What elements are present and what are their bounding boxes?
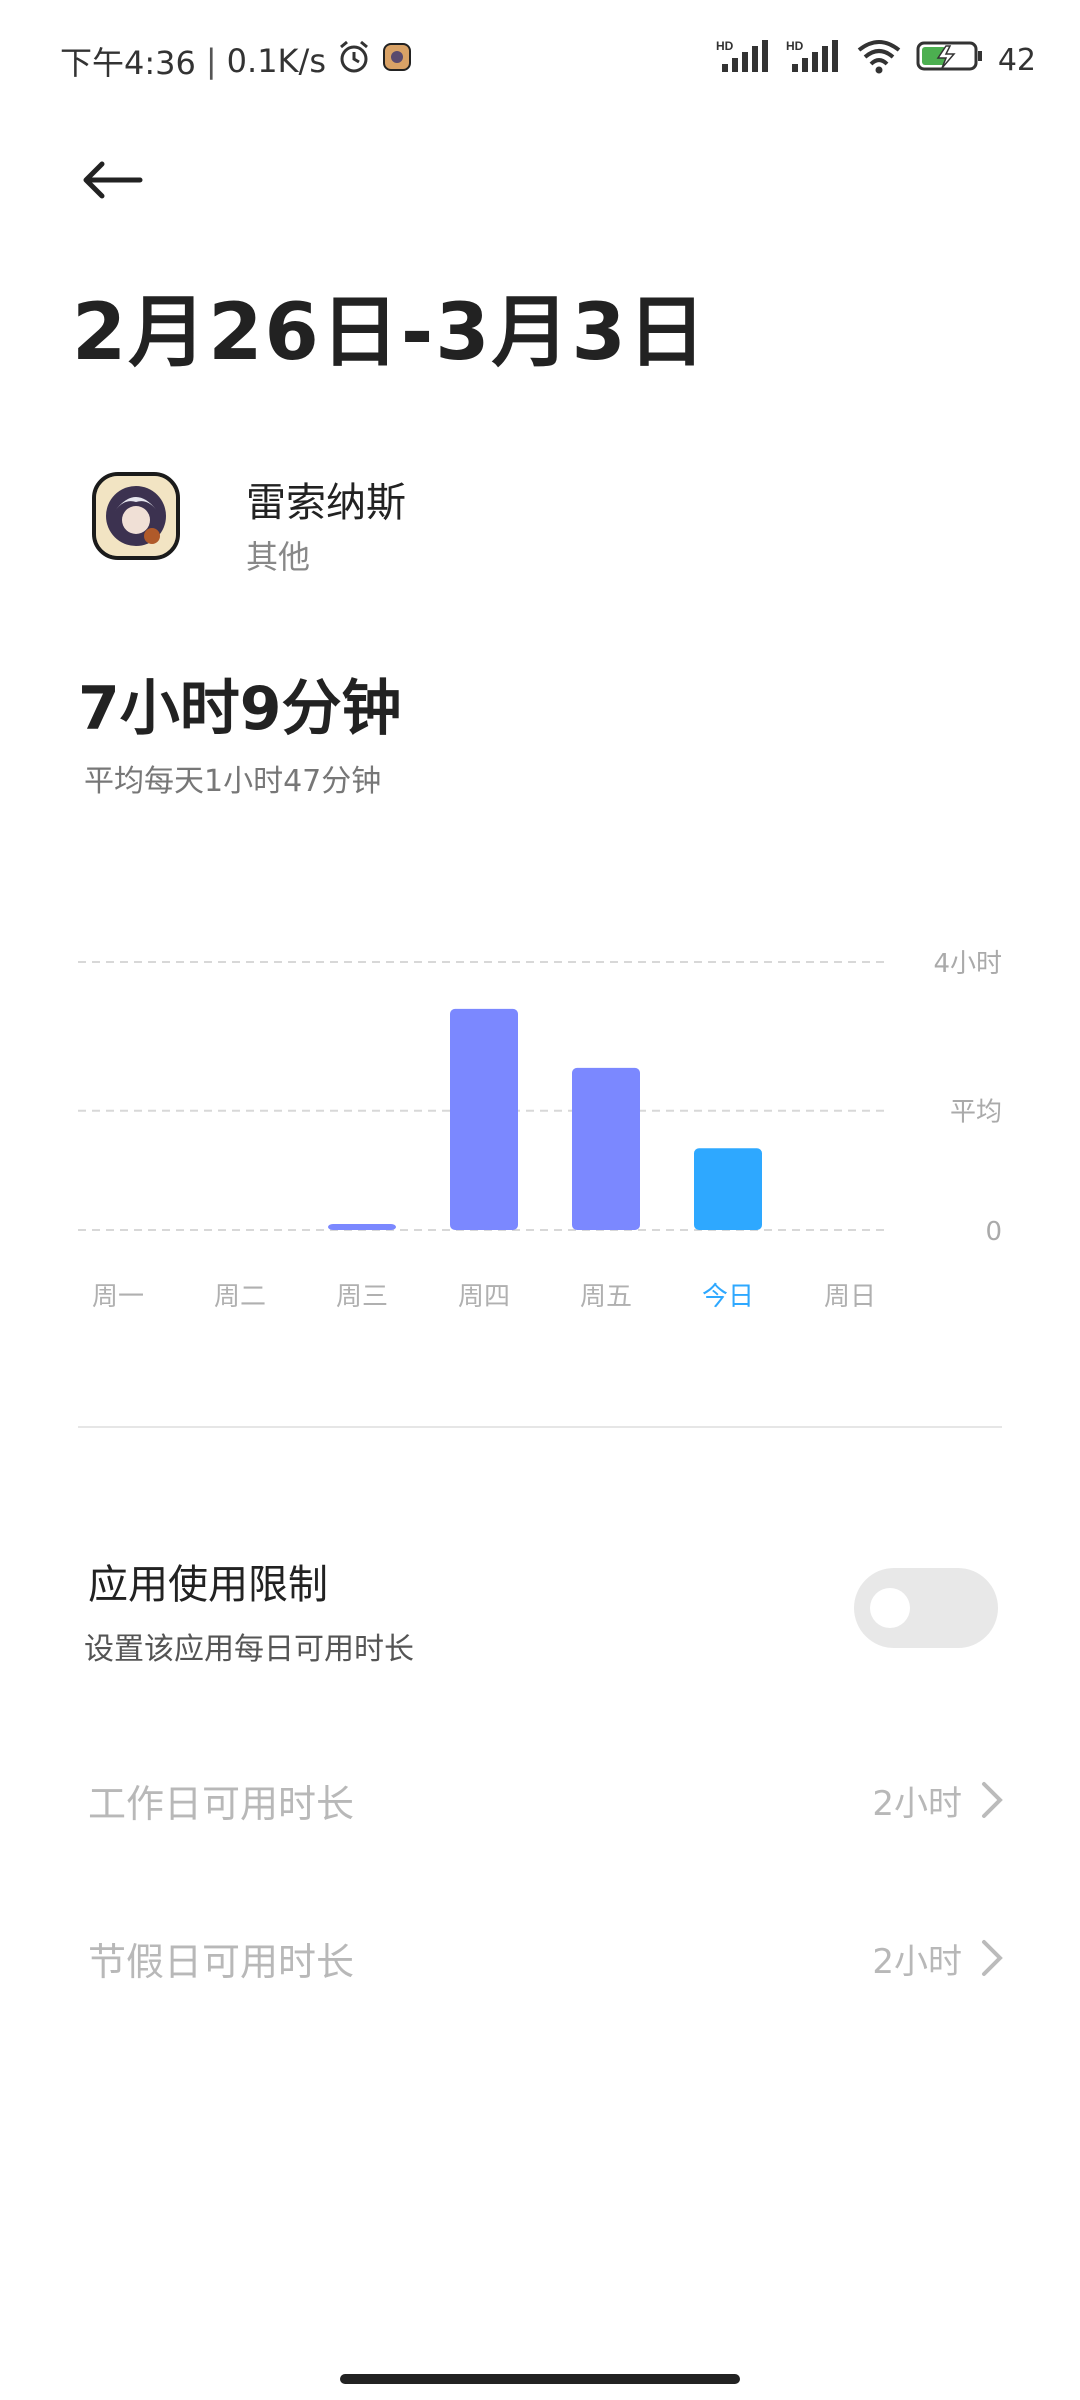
- x-tick-label[interactable]: 周四: [458, 1282, 510, 1312]
- limit-toggle[interactable]: [854, 1568, 998, 1648]
- weekly-usage-chart: 4小时平均 0 周一 周二 周三 周四 周五 今日 周日: [78, 949, 1002, 1312]
- svg-text:HD: HD: [786, 39, 804, 53]
- app-notification-icon: [382, 42, 412, 80]
- toggle-knob: [870, 1588, 910, 1628]
- battery-charging-icon: [916, 38, 984, 82]
- bar-周四[interactable]: [450, 1008, 518, 1230]
- hd-signal-icon: HD: [786, 38, 842, 82]
- app-category: 其他: [246, 538, 311, 576]
- x-tick-label[interactable]: 周三: [336, 1282, 388, 1312]
- battery-level: 42: [997, 42, 1036, 78]
- app-name: 雷索纳斯: [246, 480, 406, 526]
- svg-text:HD: HD: [716, 39, 734, 53]
- holiday-limit-value: 2小时: [872, 1941, 962, 1982]
- status-time: 下午4:36: [60, 44, 196, 82]
- bar-周五[interactable]: [572, 1067, 640, 1230]
- total-usage-time: 7小时9分钟: [78, 674, 402, 744]
- home-indicator[interactable]: [340, 2374, 740, 2384]
- date-range-title: 2月26日-3月3日: [72, 288, 708, 378]
- status-divider: |: [205, 42, 217, 80]
- bar-今日[interactable]: [694, 1148, 762, 1230]
- divider: [78, 1426, 1002, 1428]
- holiday-limit-label: 节假日可用时长: [88, 1939, 355, 1984]
- chevron-right-icon: [982, 1782, 1003, 1818]
- alarm-icon: [336, 39, 372, 83]
- x-tick-label[interactable]: 周一: [92, 1282, 144, 1312]
- y-tick-label: 4小时: [933, 949, 1002, 979]
- chevron-right-icon: [982, 1940, 1003, 1976]
- status-right: HD HD 42: [716, 38, 1036, 82]
- limit-title: 应用使用限制: [88, 1562, 328, 1608]
- limit-subtitle: 设置该应用每日可用时长: [84, 1632, 414, 1667]
- holiday-limit-row[interactable]: 节假日可用时长 2小时: [88, 1918, 1004, 1998]
- weekday-limit-value-wrap: 2小时: [872, 1776, 1004, 1825]
- holiday-limit-value-wrap: 2小时: [872, 1934, 1004, 1983]
- wifi-icon: [856, 38, 902, 82]
- status-net-speed: 0.1K/s: [226, 42, 326, 80]
- y-tick-label: 0: [985, 1217, 1002, 1247]
- weekday-limit-value: 2小时: [872, 1783, 962, 1824]
- app-icon: [92, 472, 180, 560]
- y-tick-label: 平均: [950, 1098, 1002, 1128]
- average-usage-time: 平均每天1小时47分钟: [84, 764, 382, 799]
- x-tick-label[interactable]: 周日: [824, 1282, 876, 1312]
- weekday-limit-label: 工作日可用时长: [88, 1781, 355, 1826]
- x-tick-label[interactable]: 周五: [580, 1282, 632, 1312]
- x-tick-label[interactable]: 今日: [702, 1282, 754, 1312]
- status-left: 下午4:36 | 0.1K/s: [60, 38, 412, 84]
- back-button[interactable]: [72, 140, 152, 220]
- hd-signal-icon: HD: [716, 38, 772, 82]
- status-bar: 下午4:36 | 0.1K/s HD HD 42: [0, 0, 1080, 120]
- bar-周三[interactable]: [328, 1224, 396, 1230]
- weekday-limit-row[interactable]: 工作日可用时长 2小时: [88, 1760, 1004, 1840]
- back-arrow-icon: [83, 161, 143, 199]
- x-tick-label[interactable]: 周二: [214, 1282, 266, 1312]
